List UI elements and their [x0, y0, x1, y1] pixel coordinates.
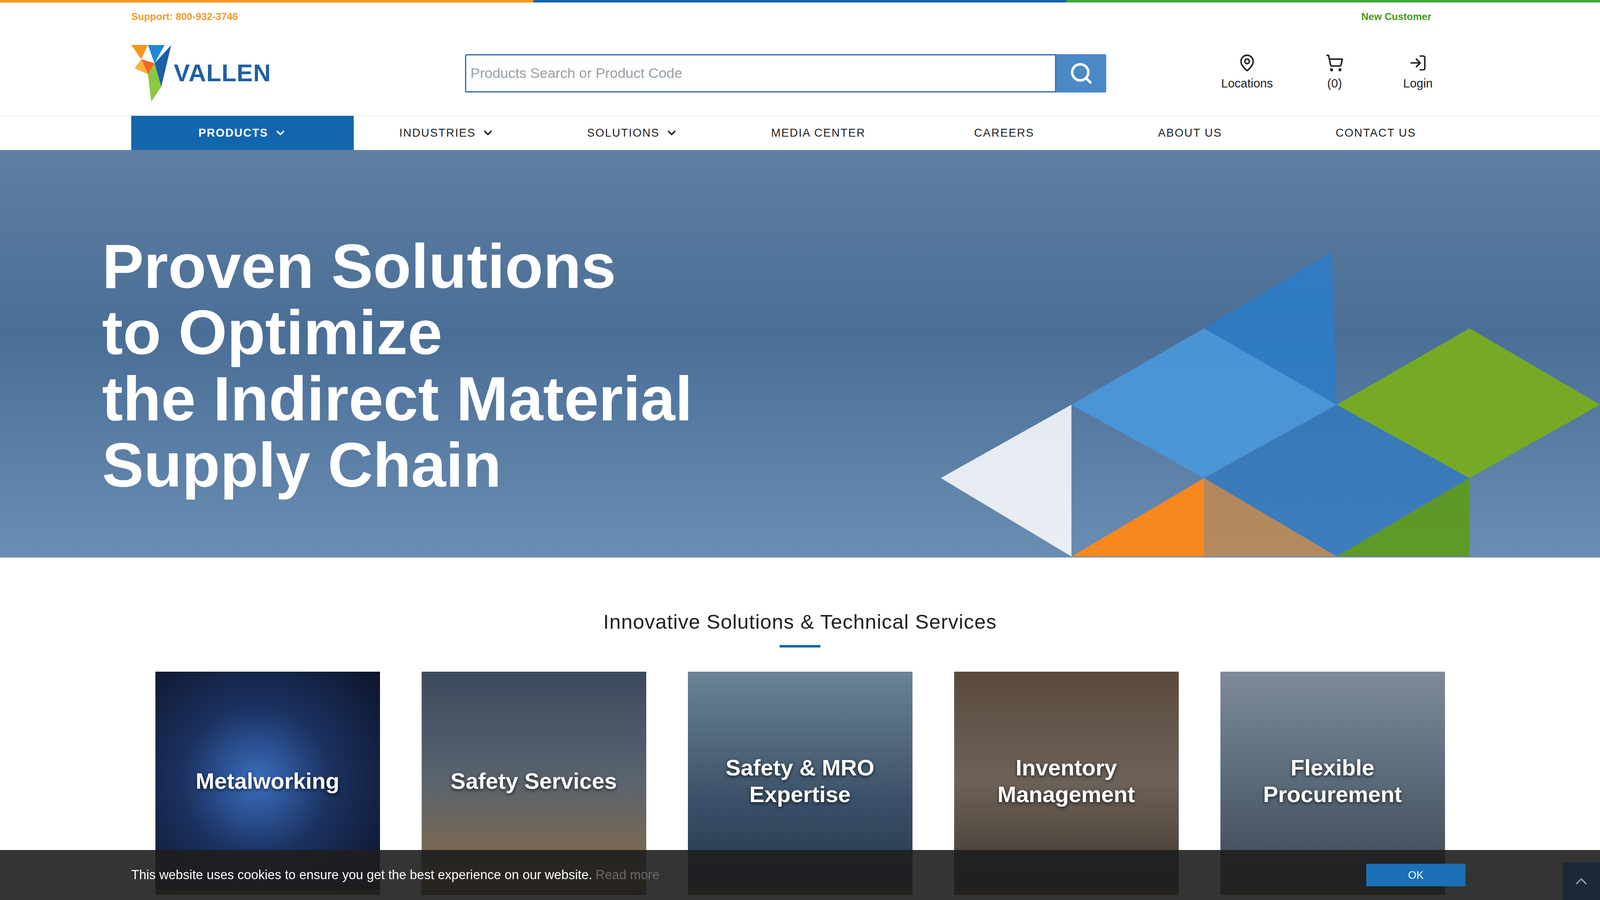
cart-icon [1325, 53, 1344, 73]
nav-label: CAREERS [974, 124, 1035, 142]
support-phone[interactable]: Support: 800-932-3746 [131, 9, 238, 25]
main-nav: PRODUCTS INDUSTRIES SOLUTIONS MEDIA CENTER C… [0, 115, 1600, 150]
section-underline [779, 645, 821, 648]
new-customer-link[interactable]: New Customer [1361, 9, 1469, 25]
nav-item[interactable]: SOLUTIONS [539, 115, 726, 150]
orange-strip [0, 0, 534, 3]
nav-label: ABOUT US [1157, 124, 1223, 142]
header-link[interactable]: (0) [1312, 53, 1357, 93]
nav-label: CONTACT US [1335, 124, 1416, 142]
cookie-message: This website uses cookies to ensure you … [131, 865, 660, 885]
header-link[interactable]: Login [1396, 53, 1440, 93]
services-section: Innovative Solutions & Technical Service… [0, 557, 1600, 895]
hero-line: the Indirect Material [102, 365, 1600, 433]
nav-label: MEDIA CENTER [771, 124, 866, 142]
chevron-down-icon [274, 126, 287, 140]
search-placeholder: Products Search or Product Code [470, 62, 683, 84]
card-title: Expertise [749, 780, 851, 808]
chevron-down-icon [481, 126, 495, 140]
logo[interactable]: VALLEN [131, 45, 465, 102]
green-strip [1066, 0, 1600, 3]
nav-row: PRODUCTS INDUSTRIES SOLUTIONS MEDIA CENTER C… [131, 115, 1469, 150]
hero-line: Proven Solutions [102, 233, 1600, 300]
header-links: Locations (0) Login [1106, 53, 1469, 93]
header-link[interactable]: Locations [1221, 53, 1273, 93]
header-link-label: (0) [1327, 74, 1342, 93]
search-button[interactable] [1056, 54, 1107, 93]
read-more-link[interactable]: Read more [595, 867, 660, 883]
section-title: Innovative Solutions & Technical Service… [603, 606, 997, 638]
location-pin-icon [1237, 53, 1257, 73]
nav-item[interactable]: PRODUCTS [131, 115, 354, 150]
header-link-label: Login [1403, 74, 1433, 93]
nav-label: SOLUTIONS [587, 124, 660, 142]
blue-strip [533, 0, 1067, 3]
card-title: Inventory [1015, 754, 1117, 781]
scroll-top-button[interactable] [1562, 862, 1600, 900]
hero-headline: Proven Solutionsto Optimizethe Indirect … [0, 150, 1600, 499]
cookie-row: This website uses cookies to ensure you … [131, 863, 1469, 887]
top-bar: Support: 800-932-3746 New Customer [131, 2, 1469, 31]
search-bar: Products Search or Product Code [465, 54, 1107, 93]
logo-mark-icon [131, 45, 172, 102]
card-title: Flexible [1290, 754, 1375, 781]
nav-item[interactable]: INDUSTRIES [353, 115, 540, 150]
card-title: Procurement [1262, 780, 1402, 808]
header: VALLEN Products Search or Product Code Loc… [131, 30, 1469, 116]
card-title: Safety & MRO [725, 754, 875, 781]
nav-label: INDUSTRIES [399, 124, 476, 142]
nav-item[interactable]: CONTACT US [1282, 115, 1469, 150]
cookie-text: This website uses cookies to ensure you … [131, 867, 593, 883]
search-icon [1069, 61, 1094, 86]
color-strip [0, 0, 1600, 3]
nav-item[interactable]: MEDIA CENTER [725, 115, 912, 150]
login-icon [1408, 53, 1428, 73]
card-title: Management [997, 780, 1135, 808]
chevron-up-icon [1572, 872, 1591, 891]
card-title: Safety Services [450, 767, 617, 795]
card-title: Metalworking [195, 767, 340, 795]
hero-line: to Optimize [102, 299, 1600, 366]
nav-label: PRODUCTS [198, 124, 269, 142]
search-input[interactable]: Products Search or Product Code [465, 54, 1057, 93]
header-link-label: Locations [1221, 74, 1273, 93]
nav-item[interactable]: CAREERS [911, 115, 1098, 150]
hero: Proven Solutionsto Optimizethe Indirect … [0, 150, 1600, 558]
cookie-ok-button[interactable]: OK [1366, 863, 1466, 887]
page: Support: 800-932-3746 New Customer VALLEN P… [0, 0, 1600, 900]
logo-text: VALLEN [173, 54, 272, 91]
chevron-down-icon [665, 126, 678, 140]
hero-line: Supply Chain [102, 432, 1600, 499]
nav-item[interactable]: ABOUT US [1097, 115, 1283, 150]
cookie-bar: This website uses cookies to ensure you … [0, 850, 1600, 900]
